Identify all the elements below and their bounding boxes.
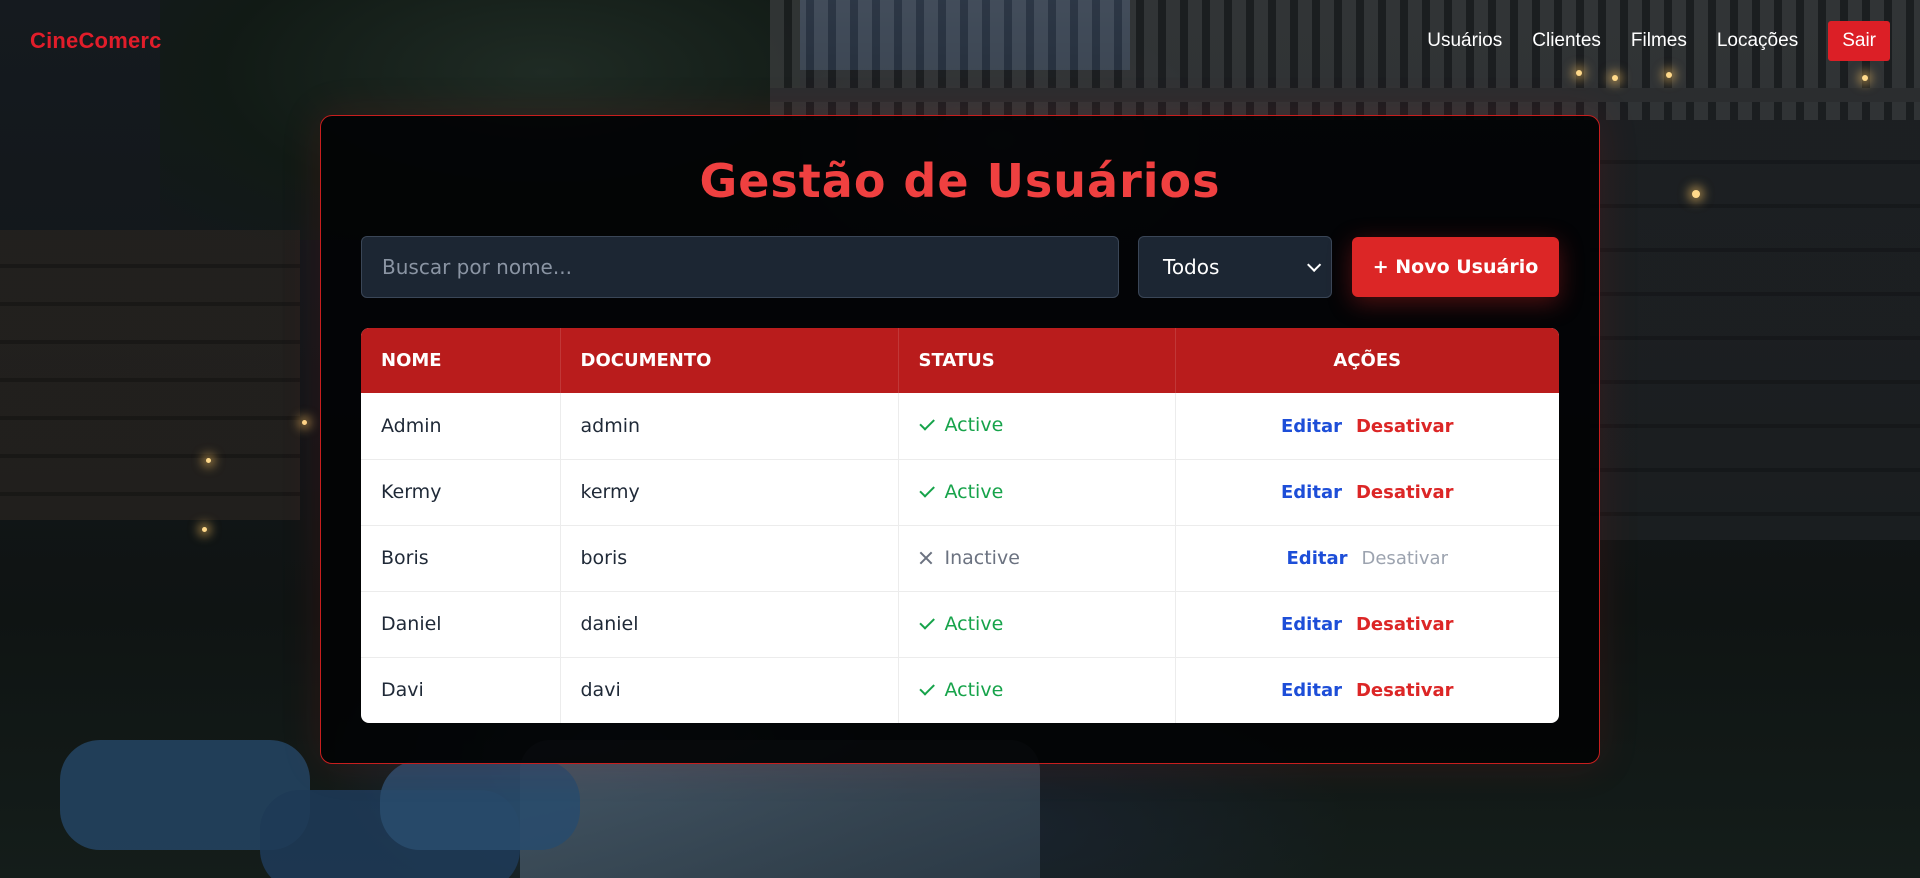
status-text: Active — [944, 678, 1004, 701]
string-light — [206, 458, 211, 463]
status-badge: Active — [918, 612, 1004, 635]
status-badge: Active — [918, 678, 1004, 701]
brand-logo[interactable]: CineComerc — [30, 28, 162, 54]
column-header-nome[interactable]: NOME — [361, 328, 561, 393]
cell-nome: Davi — [361, 657, 561, 723]
cell-acoes: Editar Desativar — [1175, 591, 1559, 657]
cell-documento: davi — [560, 657, 899, 723]
cell-status: Active — [898, 657, 1176, 723]
check-icon — [918, 481, 935, 498]
status-badge: Inactive — [919, 547, 1020, 569]
status-filter-value: Todos — [1163, 255, 1220, 279]
nav-link-filmes[interactable]: Filmes — [1631, 30, 1687, 52]
check-icon — [918, 415, 935, 431]
disable-button-disabled: Desativar — [1361, 548, 1448, 569]
background-fence-rail — [770, 88, 1920, 102]
edit-button[interactable]: Editar — [1281, 614, 1342, 635]
new-user-button[interactable]: + Novo Usuário — [1352, 237, 1559, 297]
logout-button[interactable]: Sair — [1828, 21, 1890, 61]
edit-button[interactable]: Editar — [1281, 416, 1342, 437]
edit-button[interactable]: Editar — [1287, 548, 1348, 569]
background-wall-right — [1590, 120, 1920, 540]
table-row: Davi davi Active Editar Desativar — [361, 657, 1559, 723]
string-light — [302, 420, 307, 425]
edit-button[interactable]: Editar — [1281, 482, 1342, 503]
status-text: Inactive — [944, 546, 1020, 569]
cell-nome: Boris — [361, 525, 561, 591]
chevron-down-icon — [1307, 257, 1322, 272]
status-text: Active — [944, 480, 1004, 503]
nav-link-clientes[interactable]: Clientes — [1532, 30, 1601, 52]
cell-nome: Admin — [361, 393, 561, 459]
column-header-documento[interactable]: DOCUMENTO — [560, 328, 899, 393]
cell-documento: admin — [560, 393, 899, 459]
cell-documento: daniel — [560, 591, 899, 657]
cell-documento: boris — [560, 525, 899, 591]
cell-status: Active — [898, 459, 1176, 525]
cell-acoes: Editar Desativar — [1175, 459, 1559, 525]
status-filter-select[interactable]: Todos — [1138, 236, 1332, 298]
nav-links: Usuários Clientes Filmes Locações Sair — [1427, 21, 1890, 61]
cell-acoes: Editar Desativar — [1175, 657, 1559, 723]
nav-link-usuarios[interactable]: Usuários — [1427, 30, 1502, 52]
background-wall-left — [0, 230, 300, 520]
check-icon — [918, 679, 935, 696]
disable-button[interactable]: Desativar — [1356, 482, 1454, 503]
edit-button[interactable]: Editar — [1281, 680, 1342, 701]
table-row: Boris boris Inactive Editar Desativar — [361, 525, 1559, 591]
disable-button[interactable]: Desativar — [1356, 680, 1454, 701]
background-pillow — [380, 760, 580, 850]
table-header-row: NOME DOCUMENTO STATUS AÇÕES — [361, 328, 1559, 393]
check-icon — [918, 613, 935, 630]
cell-acoes: Editar Desativar — [1175, 525, 1559, 591]
disable-button[interactable]: Desativar — [1356, 614, 1454, 635]
cell-status: Active — [898, 393, 1176, 459]
cell-nome: Kermy — [361, 459, 561, 525]
status-text: Active — [944, 612, 1004, 635]
string-light — [1692, 190, 1700, 198]
top-navbar: CineComerc Usuários Clientes Filmes Loca… — [0, 0, 1920, 82]
table-row: Kermy kermy Active Editar Desativar — [361, 459, 1559, 525]
table-row: Admin admin Active Editar Desativar — [361, 393, 1559, 459]
status-text: Active — [944, 414, 1004, 437]
disable-button[interactable]: Desativar — [1356, 416, 1454, 437]
column-header-acoes: AÇÕES — [1333, 350, 1402, 371]
status-badge: Active — [918, 414, 1004, 437]
cell-documento: kermy — [560, 459, 899, 525]
cell-status: Inactive — [898, 525, 1176, 591]
users-panel: Gestão de Usuários Todos + Novo Usuário … — [320, 115, 1600, 764]
nav-link-locacoes[interactable]: Locações — [1717, 30, 1798, 52]
string-light — [202, 527, 207, 532]
status-badge: Active — [918, 480, 1004, 503]
users-table: NOME DOCUMENTO STATUS AÇÕES Admin admin … — [361, 328, 1559, 723]
cell-acoes: Editar Desativar — [1175, 393, 1559, 459]
cell-nome: Daniel — [361, 591, 561, 657]
cell-status: Active — [898, 591, 1176, 657]
search-input[interactable] — [361, 236, 1119, 298]
page-title: Gestão de Usuários — [699, 154, 1221, 208]
table-row: Daniel daniel Active Editar Desativar — [361, 591, 1559, 657]
close-icon — [919, 551, 933, 565]
column-header-status[interactable]: STATUS — [898, 328, 1176, 393]
